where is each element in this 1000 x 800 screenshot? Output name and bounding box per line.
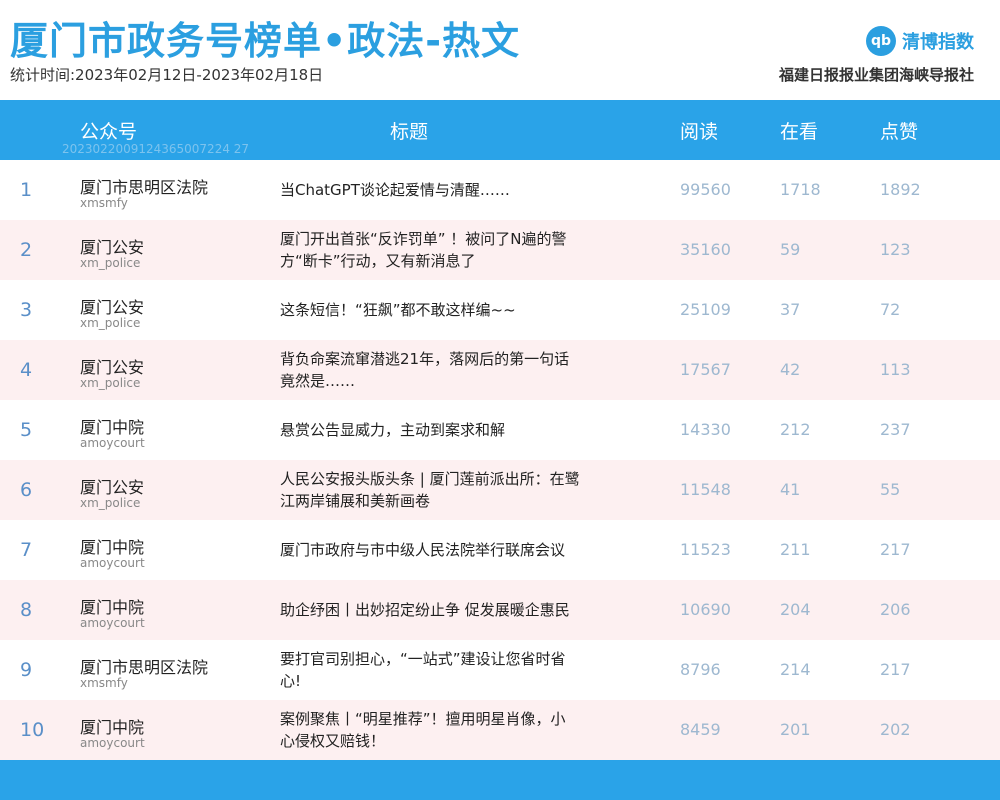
post-title: 人民公安报头版头条 | 厦门莲前派出所：在鹭江两岸铺展和美新画卷	[280, 470, 580, 510]
account-name: 厦门公安	[80, 358, 145, 377]
account-id: xm_police	[80, 316, 141, 330]
table-header: 公众号 标题 阅读 在看 点赞 2023022009124365007224 2…	[0, 100, 1000, 160]
account-name: 厦门公安	[80, 298, 145, 317]
rank-number: 4	[20, 359, 33, 381]
like-count: 217	[880, 660, 911, 679]
rank-number: 10	[20, 719, 45, 741]
rank-number: 6	[20, 479, 33, 501]
account-name: 厦门市思明区法院	[80, 178, 209, 197]
column-header-likes: 点赞	[880, 121, 919, 143]
watching-count: 42	[780, 360, 801, 379]
serial-number: 2023022009124365007224 27	[62, 142, 250, 156]
qingbo-logo-icon: qb	[866, 26, 896, 56]
stat-period: 统计时间:2023年02月12日-2023年02月18日	[10, 66, 324, 84]
account-id: amoycourt	[80, 556, 145, 570]
post-title: 悬赏公告显威力，主动到案求和解	[280, 421, 506, 439]
read-count: 11548	[680, 480, 731, 499]
publisher-name: 福建日报报业集团海峡导报社	[778, 66, 974, 84]
like-count: 55	[880, 480, 901, 499]
table-row: 1 厦门市思明区法院 xmsmfy 当ChatGPT谈论起爱情与清醒…… 995…	[0, 160, 1000, 220]
read-count: 8459	[680, 720, 721, 739]
watching-count: 214	[780, 660, 811, 679]
account-name: 厦门市思明区法院	[80, 658, 209, 677]
rank-number: 1	[20, 179, 33, 201]
post-title: 厦门市政府与市中级人民法院举行联席会议	[280, 541, 566, 559]
like-count: 206	[880, 600, 911, 619]
logo-text: 清博指数	[902, 32, 974, 53]
account-id: amoycourt	[80, 616, 145, 630]
table-row: 10 厦门中院 amoycourt 案例聚焦丨“明星推荐”！擅用明星肖像，小心侵…	[0, 700, 1000, 760]
read-count: 11523	[680, 540, 731, 559]
account-id: xmsmfy	[80, 676, 128, 690]
column-header-read: 阅读	[680, 121, 719, 143]
watching-count: 211	[780, 540, 811, 559]
column-header-watching: 在看	[780, 121, 819, 143]
watching-count: 59	[780, 240, 801, 259]
read-count: 10690	[680, 600, 731, 619]
read-count: 17567	[680, 360, 731, 379]
watching-count: 212	[780, 420, 811, 439]
column-header-account: 公众号	[80, 121, 138, 143]
read-count: 25109	[680, 300, 731, 319]
account-name: 厦门中院	[80, 538, 145, 557]
column-header-title: 标题	[390, 121, 429, 143]
brand-logo: qb 清博指数	[866, 26, 974, 56]
like-count: 113	[880, 360, 911, 379]
read-count: 14330	[680, 420, 731, 439]
post-title: 背负命案流窜潜逃21年，落网后的第一句话竟然是……	[280, 350, 570, 390]
like-count: 237	[880, 420, 911, 439]
account-id: amoycourt	[80, 436, 145, 450]
watching-count: 204	[780, 600, 811, 619]
rank-number: 2	[20, 239, 33, 261]
account-id: xm_police	[80, 256, 141, 270]
table-row: 7 厦门中院 amoycourt 厦门市政府与市中级人民法院举行联席会议 115…	[0, 520, 1000, 580]
post-title: 要打官司别担心，“一站式”建设让您省时省心!	[280, 650, 566, 690]
post-title: 案例聚焦丨“明星推荐”！擅用明星肖像，小心侵权又赔钱！	[280, 710, 566, 750]
account-name: 厦门中院	[80, 598, 145, 617]
account-name: 厦门中院	[80, 418, 145, 437]
table-row: 2 厦门公安 xm_police 厦门开出首张“反诈罚单” ！被问了N遍的警方“…	[0, 220, 1000, 280]
rank-number: 7	[20, 539, 33, 561]
account-name: 厦门公安	[80, 238, 145, 257]
table-row: 8 厦门中院 amoycourt 助企纾困丨出妙招定纷止争 促发展暖企惠民 10…	[0, 580, 1000, 640]
table-row: 9 厦门市思明区法院 xmsmfy 要打官司别担心，“一站式”建设让您省时省心!…	[0, 640, 1000, 700]
like-count: 1892	[880, 180, 921, 199]
like-count: 123	[880, 240, 911, 259]
table-row: 3 厦门公安 xm_police 这条短信！“狂飙”都不敢这样编~~ 25109…	[0, 280, 1000, 340]
watching-count: 37	[780, 300, 801, 319]
table-row: 6 厦门公安 xm_police 人民公安报头版头条 | 厦门莲前派出所：在鹭江…	[0, 460, 1000, 520]
post-title: 当ChatGPT谈论起爱情与清醒……	[280, 181, 510, 199]
rank-number: 8	[20, 599, 33, 621]
rank-number: 5	[20, 419, 33, 441]
read-count: 35160	[680, 240, 731, 259]
account-id: xm_police	[80, 376, 141, 390]
like-count: 217	[880, 540, 911, 559]
read-count: 99560	[680, 180, 731, 199]
table-row: 4 厦门公安 xm_police 背负命案流窜潜逃21年，落网后的第一句话竟然是…	[0, 340, 1000, 400]
post-title: 厦门开出首张“反诈罚单” ！被问了N遍的警方“断卡”行动，又有新消息了	[280, 230, 567, 270]
watching-count: 41	[780, 480, 801, 499]
account-name: 厦门中院	[80, 718, 145, 737]
post-title: 这条短信！“狂飙”都不敢这样编~~	[280, 301, 516, 319]
table-row: 5 厦门中院 amoycourt 悬赏公告显威力，主动到案求和解 14330 2…	[0, 400, 1000, 460]
rank-number: 3	[20, 299, 33, 321]
ranking-table: 1 厦门市思明区法院 xmsmfy 当ChatGPT谈论起爱情与清醒…… 995…	[0, 160, 1000, 760]
account-id: xmsmfy	[80, 196, 128, 210]
read-count: 8796	[680, 660, 721, 679]
account-id: amoycourt	[80, 736, 145, 750]
watching-count: 1718	[780, 180, 821, 199]
post-title: 助企纾困丨出妙招定纷止争 促发展暖企惠民	[280, 601, 570, 619]
account-name: 厦门公安	[80, 478, 145, 497]
account-id: xm_police	[80, 496, 141, 510]
watching-count: 201	[780, 720, 811, 739]
like-count: 72	[880, 300, 901, 319]
like-count: 202	[880, 720, 911, 739]
page-title: 厦门市政务号榜单•政法-热文	[10, 19, 521, 63]
rank-number: 9	[20, 659, 33, 681]
footer-bar	[0, 760, 1000, 800]
